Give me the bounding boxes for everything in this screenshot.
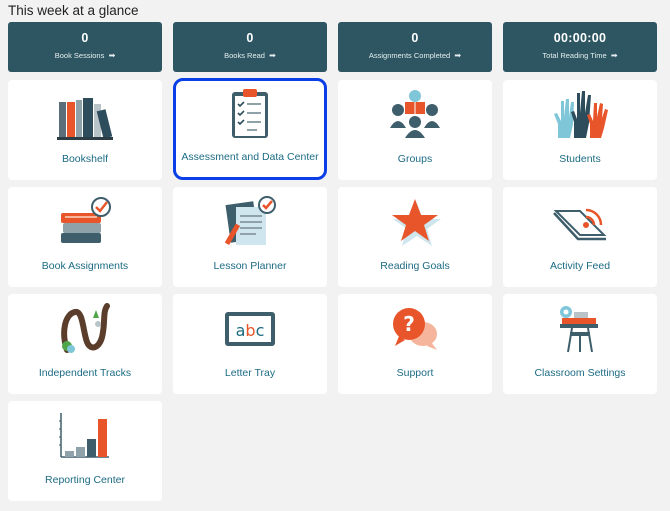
tile-label: Groups <box>397 153 433 165</box>
tile-bookshelf[interactable]: Bookshelf <box>8 80 162 180</box>
bookshelf-icon <box>57 88 113 140</box>
stat-label: Total Reading Time <box>542 51 607 60</box>
tile-label: Classroom Settings <box>534 367 626 379</box>
stat-book-sessions[interactable]: 0 Book Sessions ➡ <box>8 22 162 72</box>
arrow-right-icon: ➡ <box>266 51 276 60</box>
tile-label: Reporting Center <box>45 474 125 486</box>
planner-pen-icon <box>222 195 278 247</box>
tile-label: Activity Feed <box>549 260 611 272</box>
book-stack-check-icon <box>57 195 113 247</box>
tile-label: Book Assignments <box>41 260 129 272</box>
tile-activity-feed[interactable]: Activity Feed <box>503 187 657 287</box>
question-bubble-icon: ? <box>387 302 443 354</box>
tile-letter-tray[interactable]: abc Letter Tray <box>173 294 327 394</box>
bar-chart-icon <box>57 409 113 461</box>
stat-books-read[interactable]: 0 Books Read ➡ <box>173 22 327 72</box>
tile-students[interactable]: Students <box>503 80 657 180</box>
arrow-right-icon: ➡ <box>608 51 618 60</box>
open-book-feed-icon <box>552 195 608 247</box>
stat-value: 0 <box>81 31 89 45</box>
winding-track-icon <box>57 302 113 354</box>
tile-label: Support <box>396 367 434 379</box>
stat-value: 0 <box>246 31 254 45</box>
clipboard-checklist-icon <box>222 86 278 138</box>
arrow-right-icon: ➡ <box>452 51 462 60</box>
stat-label: Books Read <box>224 51 265 60</box>
stat-value: 0 <box>411 31 419 45</box>
tile-reporting-center[interactable]: Reporting Center <box>8 401 162 501</box>
tile-label: Assessment and Data Center <box>181 151 319 163</box>
stat-label: Book Sessions <box>54 51 105 60</box>
arrow-right-icon: ➡ <box>106 51 116 60</box>
tile-label: Bookshelf <box>61 153 109 165</box>
tile-reading-goals[interactable]: Reading Goals <box>338 187 492 287</box>
group-reading-icon <box>387 88 443 140</box>
tile-label: Reading Goals <box>380 260 450 272</box>
stat-total-reading-time[interactable]: 00:00:00 Total Reading Time ➡ <box>503 22 657 72</box>
star-icon <box>387 195 443 247</box>
tile-groups[interactable]: Groups <box>338 80 492 180</box>
stat-label: Assignments Completed <box>368 51 451 60</box>
tile-lesson-planner[interactable]: Lesson Planner <box>173 187 327 287</box>
tile-label: Students <box>559 153 601 165</box>
abc-tray-icon: abc <box>222 302 278 354</box>
tile-book-assignments[interactable]: Book Assignments <box>8 187 162 287</box>
svg-text:abc: abc <box>236 321 265 340</box>
desk-gear-icon <box>552 302 608 354</box>
tile-independent-tracks[interactable]: Independent Tracks <box>8 294 162 394</box>
tile-label: Independent Tracks <box>38 367 132 379</box>
svg-text:?: ? <box>403 312 415 336</box>
stat-value: 00:00:00 <box>553 31 607 45</box>
tile-label: Lesson Planner <box>213 260 287 272</box>
raised-hands-icon <box>552 88 608 140</box>
tile-classroom-settings[interactable]: Classroom Settings <box>503 294 657 394</box>
tile-support[interactable]: ? Support <box>338 294 492 394</box>
tile-assessment-data-center[interactable]: Assessment and Data Center <box>173 78 327 180</box>
tile-label: Letter Tray <box>224 367 276 379</box>
stat-assignments-completed[interactable]: 0 Assignments Completed ➡ <box>338 22 492 72</box>
page-heading: This week at a glance <box>8 3 139 18</box>
